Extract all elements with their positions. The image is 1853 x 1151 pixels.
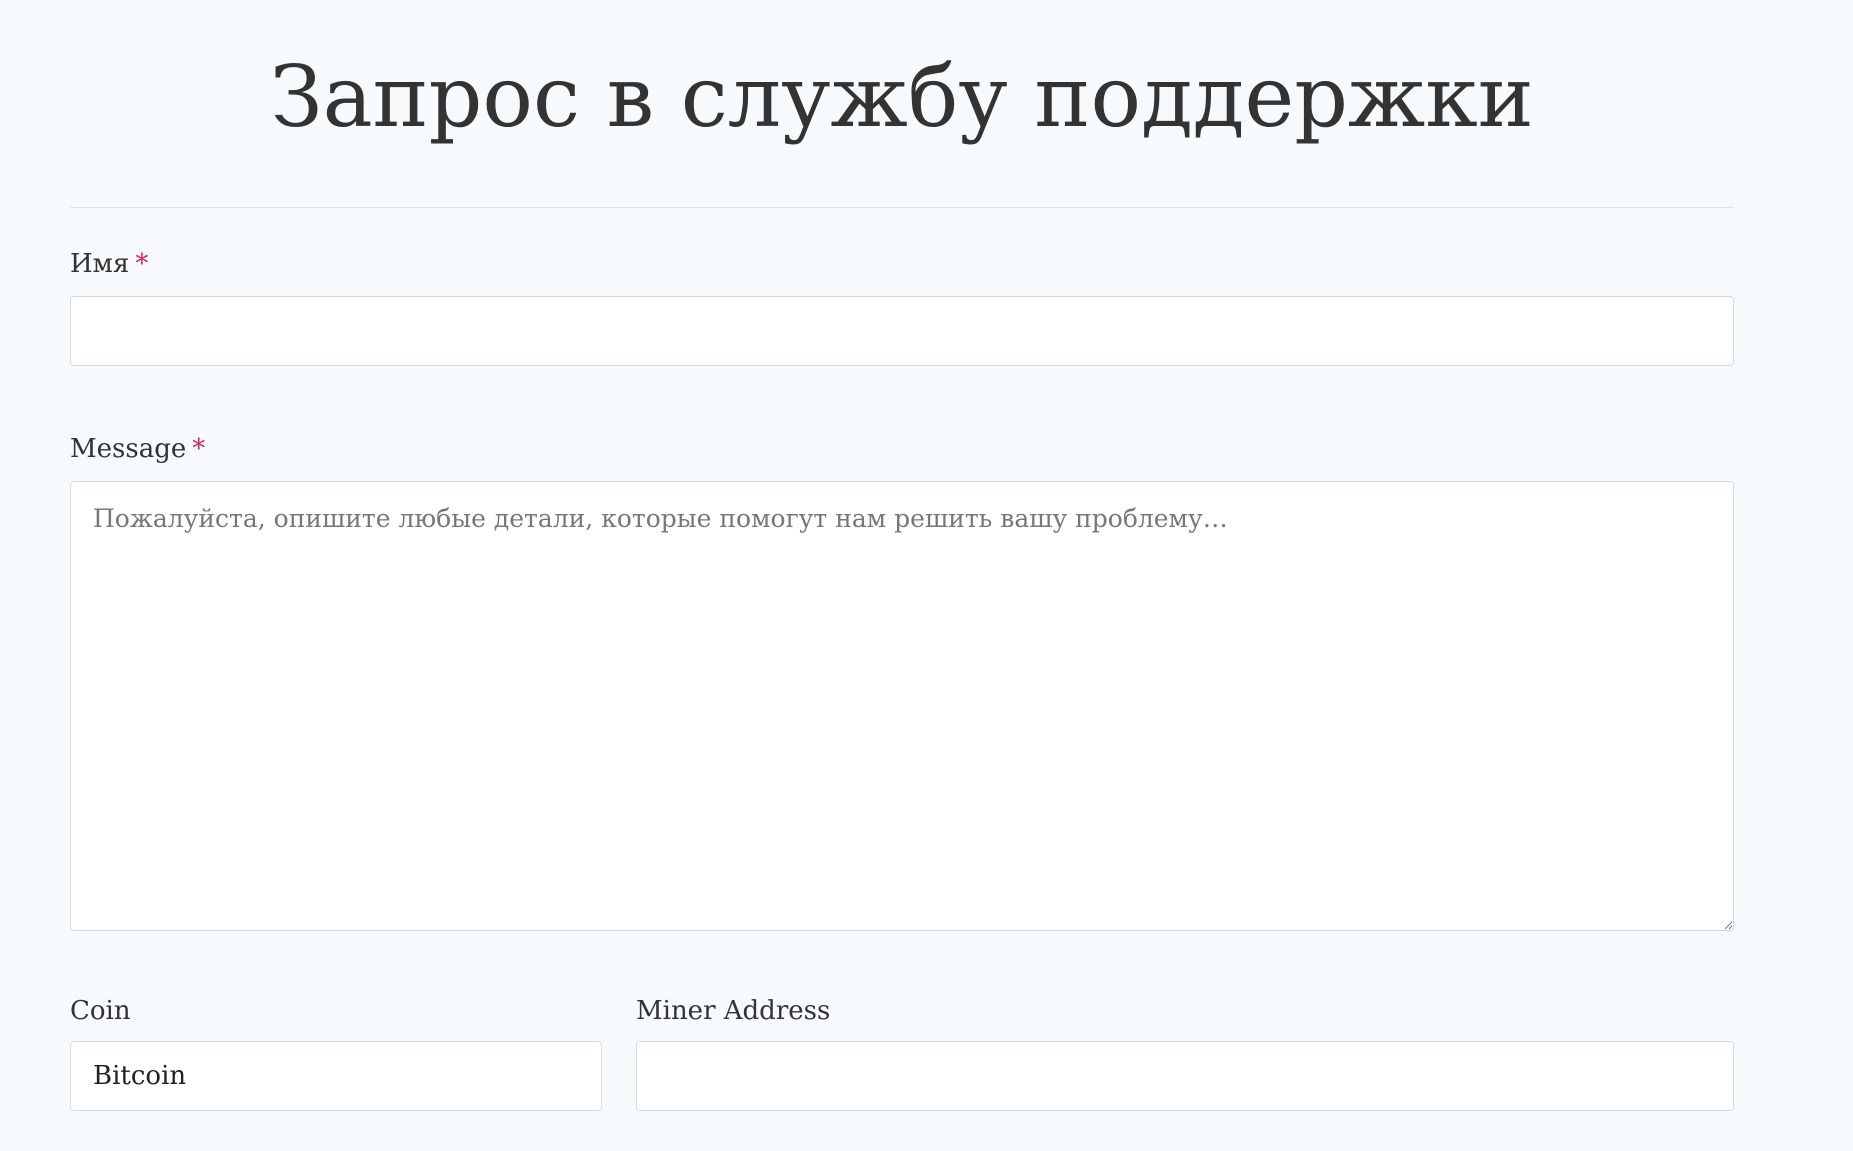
title-divider xyxy=(70,207,1734,208)
coin-label: Coin xyxy=(70,994,131,1028)
name-label-text: Имя xyxy=(70,249,130,279)
message-textarea[interactable] xyxy=(70,481,1734,931)
message-label: Message * xyxy=(70,432,205,466)
miner-address-label-text: Miner Address xyxy=(636,996,831,1026)
miner-address-input[interactable] xyxy=(636,1041,1734,1111)
name-input[interactable] xyxy=(70,296,1734,366)
coin-label-text: Coin xyxy=(70,996,131,1026)
message-required-mark: * xyxy=(192,434,206,464)
coin-input[interactable] xyxy=(70,1041,602,1111)
page-title: Запрос в службу поддержки xyxy=(270,48,1534,146)
name-label: Имя * xyxy=(70,247,148,281)
support-request-page: Запрос в службу поддержки Имя * Message * … xyxy=(0,0,1853,1151)
name-required-mark: * xyxy=(135,249,149,279)
message-label-text: Message xyxy=(70,434,187,464)
miner-address-label: Miner Address xyxy=(636,994,830,1028)
